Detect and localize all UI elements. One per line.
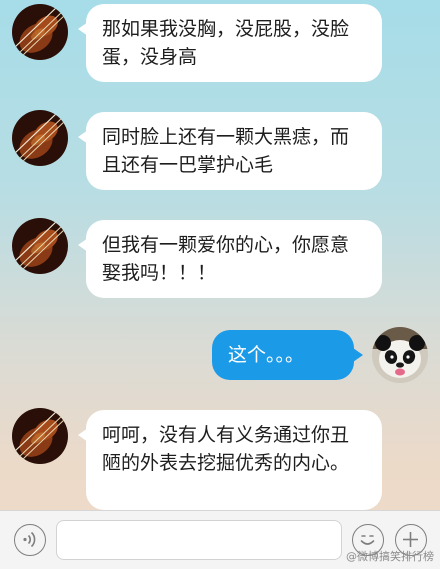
contact-avatar[interactable] xyxy=(12,110,68,166)
violin-avatar-image xyxy=(12,110,68,166)
voice-button[interactable] xyxy=(14,524,46,556)
incoming-message-bubble[interactable]: 呵呵，没有人有义务通过你丑陋的外表去挖掘优秀的内心。 xyxy=(78,410,382,510)
violin-avatar-image xyxy=(12,408,68,464)
bubble-tail xyxy=(78,130,88,144)
message-input[interactable] xyxy=(56,520,342,560)
bubble-tail xyxy=(78,22,88,36)
violin-avatar-image xyxy=(12,218,68,274)
violin-avatar-image xyxy=(12,4,68,60)
message-text: 同时脸上还有一颗大黑痣，而且还有一巴掌护心毛 xyxy=(102,126,350,176)
incoming-message-bubble[interactable]: 但我有一颗爱你的心，你愿意娶我吗！！！ xyxy=(78,220,382,298)
voice-icon xyxy=(23,531,36,548)
message-text: 但我有一颗爱你的心，你愿意娶我吗！！！ xyxy=(102,234,350,284)
incoming-message-bubble[interactable]: 同时脸上还有一颗大黑痣，而且还有一巴掌护心毛 xyxy=(78,112,382,190)
bubble-tail xyxy=(78,428,88,442)
outgoing-message-bubble[interactable]: 这个。。。 xyxy=(212,330,363,380)
message-text: 这个。。。 xyxy=(228,344,305,366)
chat-area: 那如果我没胸，没屁股，没脸蛋，没身高 同时脸上还有一颗大黑痣，而且还有一巴掌护心… xyxy=(0,0,440,510)
incoming-message-bubble[interactable]: 那如果我没胸，没屁股，没脸蛋，没身高 xyxy=(78,4,382,82)
contact-avatar[interactable] xyxy=(12,408,68,464)
message-text: 那如果我没胸，没屁股，没脸蛋，没身高 xyxy=(102,18,350,68)
input-bar: @微博搞笑排行榜 xyxy=(0,510,440,569)
message-text: 呵呵，没有人有义务通过你丑陋的外表去挖掘优秀的内心。 xyxy=(102,424,350,474)
contact-avatar[interactable] xyxy=(12,218,68,274)
watermark-text: @微博搞笑排行榜 xyxy=(346,550,434,563)
panda-avatar-image xyxy=(372,327,428,383)
bubble-tail xyxy=(78,238,88,252)
my-avatar[interactable] xyxy=(372,327,428,383)
bubble-tail xyxy=(353,348,363,362)
contact-avatar[interactable] xyxy=(12,4,68,60)
